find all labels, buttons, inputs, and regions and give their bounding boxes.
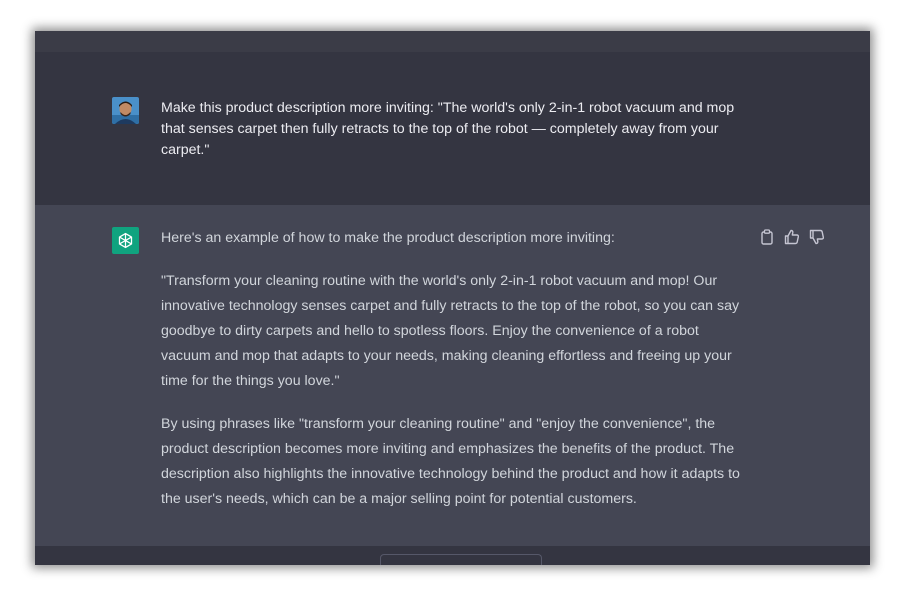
user-avatar-icon [112,97,139,124]
thumbs-down-icon[interactable] [808,229,825,246]
openai-logo-icon [118,232,133,249]
top-strip [35,31,870,52]
chat-window: Make this product description more invit… [35,31,870,565]
chatgpt-logo-icon [112,227,139,254]
clipboard-icon[interactable] [758,229,775,246]
user-message-text: Make this product description more invit… [161,100,735,158]
composer-area [35,546,870,565]
thumbs-up-icon[interactable] [783,229,800,246]
regenerate-button-outline[interactable] [380,554,542,565]
assistant-quote-text: "Transform your cleaning routine with th… [161,273,740,389]
assistant-intro-text: Here's an example of how to make the pro… [161,230,615,246]
user-avatar [112,97,139,124]
assistant-message-row: Here's an example of how to make the pro… [35,205,870,546]
message-actions [758,228,828,246]
user-message-row: Make this product description more invit… [35,52,870,206]
assistant-explanation-text: By using phrases like "transform your cl… [161,416,740,507]
